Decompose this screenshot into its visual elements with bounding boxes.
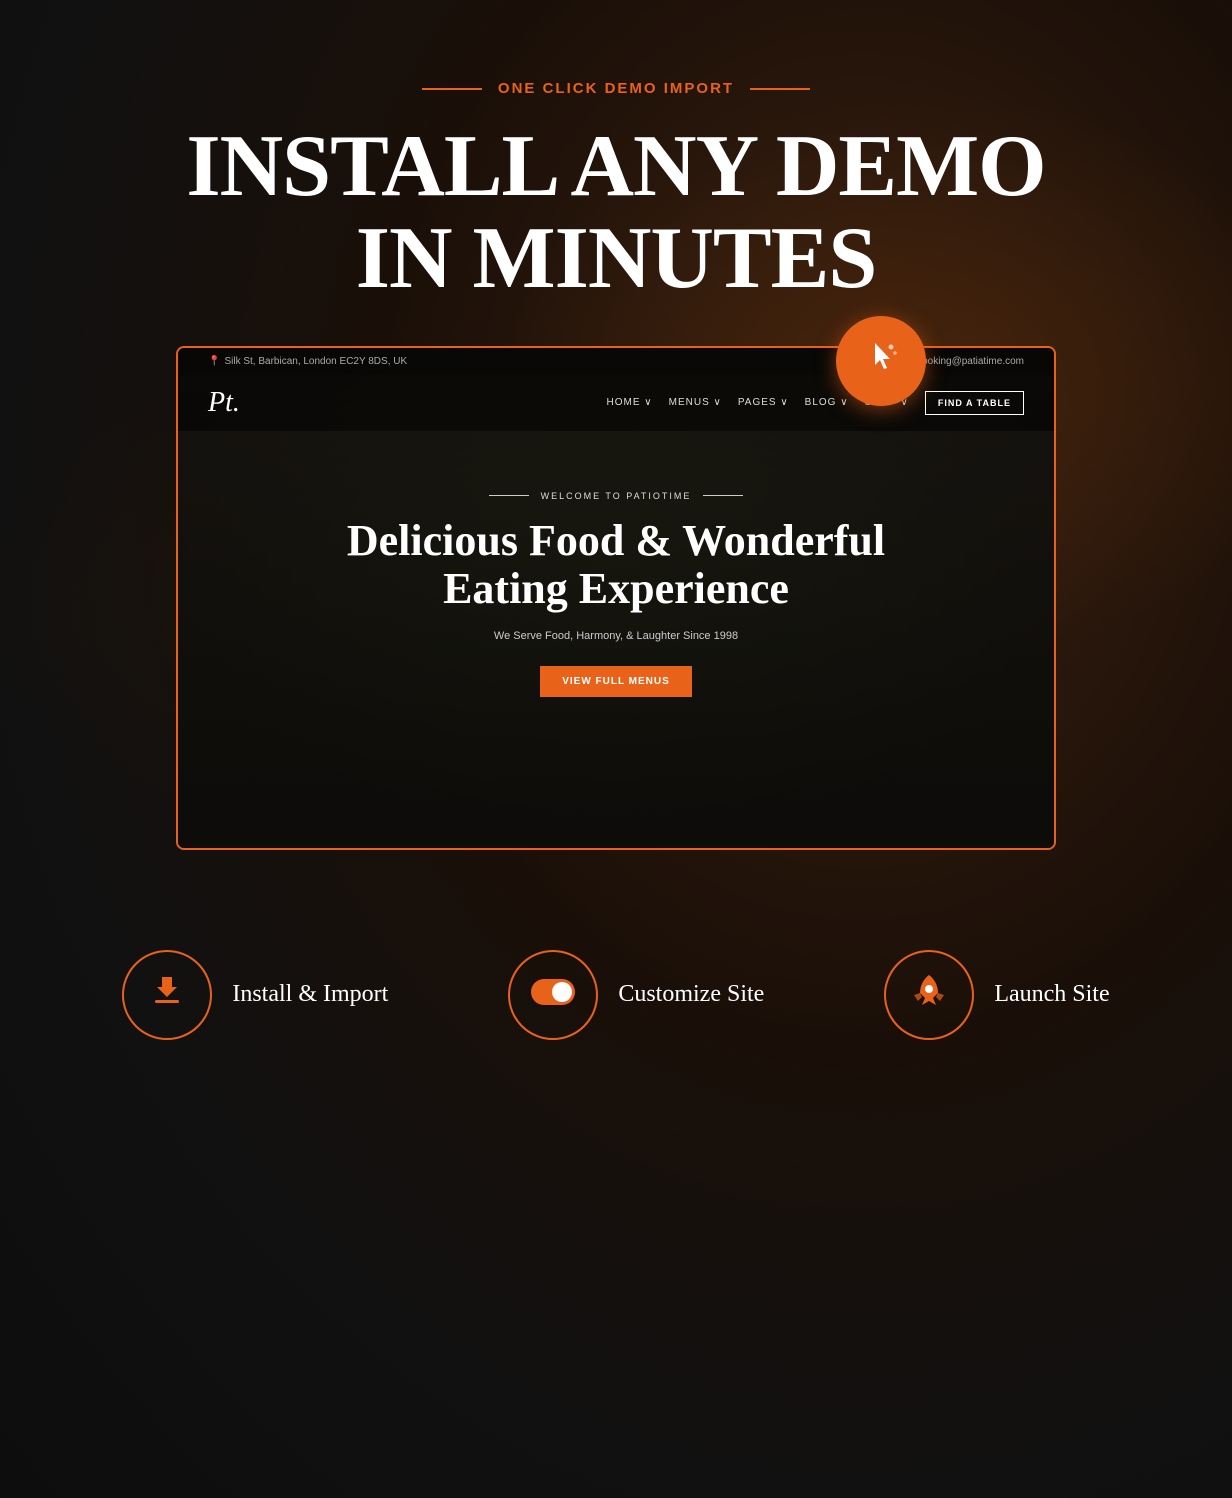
nav-menus[interactable]: MENUS ∨ <box>669 397 722 408</box>
demo-hero: WELCOME TO PATIOTIME Delicious Food & Wo… <box>178 431 1054 777</box>
demo-hero-description: We Serve Food, Harmony, & Laughter Since… <box>208 630 1024 642</box>
demo-find-table-btn[interactable]: FIND A TABLE <box>925 391 1024 415</box>
nav-pages[interactable]: PAGES ∨ <box>738 397 789 408</box>
location-icon: 📍 <box>208 356 220 367</box>
screen-container: 📍 Silk St, Barbican, London EC2Y 8DS, UK… <box>176 346 1056 850</box>
subtitle-line: ONE CLICK DEMO IMPORT <box>186 80 1045 97</box>
feature-customize-icon-circle <box>508 950 598 1040</box>
demo-nav-links: HOME ∨ MENUS ∨ PAGES ∨ BLOG ∨ SHOP ∨ FIN… <box>607 391 1024 415</box>
download-icon <box>149 973 185 1017</box>
subtitle-text: ONE CLICK DEMO IMPORT <box>498 80 734 97</box>
feature-launch-label: Launch Site <box>994 981 1109 1008</box>
main-title: INSTALL ANY DEMO IN MINUTES <box>186 121 1045 306</box>
feature-install-label: Install & Import <box>232 981 388 1008</box>
demo-hero-title: Delicious Food & Wonderful Eating Experi… <box>208 517 1024 614</box>
main-content: ONE CLICK DEMO IMPORT INSTALL ANY DEMO I… <box>0 0 1232 1120</box>
feature-install-icon-circle <box>122 950 212 1040</box>
browser-frame: 📍 Silk St, Barbican, London EC2Y 8DS, UK… <box>176 346 1056 850</box>
demo-view-menus-btn[interactable]: VIEW FULL MENUS <box>540 666 692 697</box>
demo-website: 📍 Silk St, Barbican, London EC2Y 8DS, UK… <box>178 348 1054 848</box>
nav-home[interactable]: HOME ∨ <box>607 397 653 408</box>
rocket-icon <box>912 973 946 1017</box>
header-section: ONE CLICK DEMO IMPORT INSTALL ANY DEMO I… <box>186 80 1045 306</box>
nav-blog[interactable]: BLOG ∨ <box>805 397 849 408</box>
demo-email: booking@patiatime.com <box>917 356 1024 367</box>
demo-topbar-left: 📍 Silk St, Barbican, London EC2Y 8DS, UK <box>208 356 407 367</box>
feature-customize-label: Customize Site <box>618 981 764 1008</box>
demo-nav: Pt. HOME ∨ MENUS ∨ PAGES ∨ BLOG ∨ SHOP ∨… <box>178 375 1054 431</box>
demo-hero-title-line1: Delicious Food & Wonderful <box>347 516 885 565</box>
main-title-line2: IN MINUTES <box>356 210 877 307</box>
feature-install: Install & Import <box>122 950 388 1040</box>
feature-launch-icon-circle <box>884 950 974 1040</box>
demo-address: Silk St, Barbican, London EC2Y 8DS, UK <box>224 356 407 367</box>
demo-hero-subtitle-line: WELCOME TO PATIOTIME <box>208 491 1024 501</box>
demo-hero-title-line2: Eating Experience <box>443 564 789 613</box>
main-title-line1: INSTALL ANY DEMO <box>186 118 1045 215</box>
find-table-label: FIND A TABLE <box>938 398 1011 408</box>
feature-launch: Launch Site <box>884 950 1109 1040</box>
toggle-icon <box>531 976 575 1013</box>
feature-customize: Customize Site <box>508 950 764 1040</box>
demo-logo: Pt. <box>208 387 240 419</box>
click-circle[interactable] <box>836 316 926 406</box>
features-section: Install & Import Customize Site <box>122 930 1109 1040</box>
demo-hero-subtitle-text: WELCOME TO PATIOTIME <box>541 491 692 501</box>
click-cursor-icon <box>863 339 899 383</box>
